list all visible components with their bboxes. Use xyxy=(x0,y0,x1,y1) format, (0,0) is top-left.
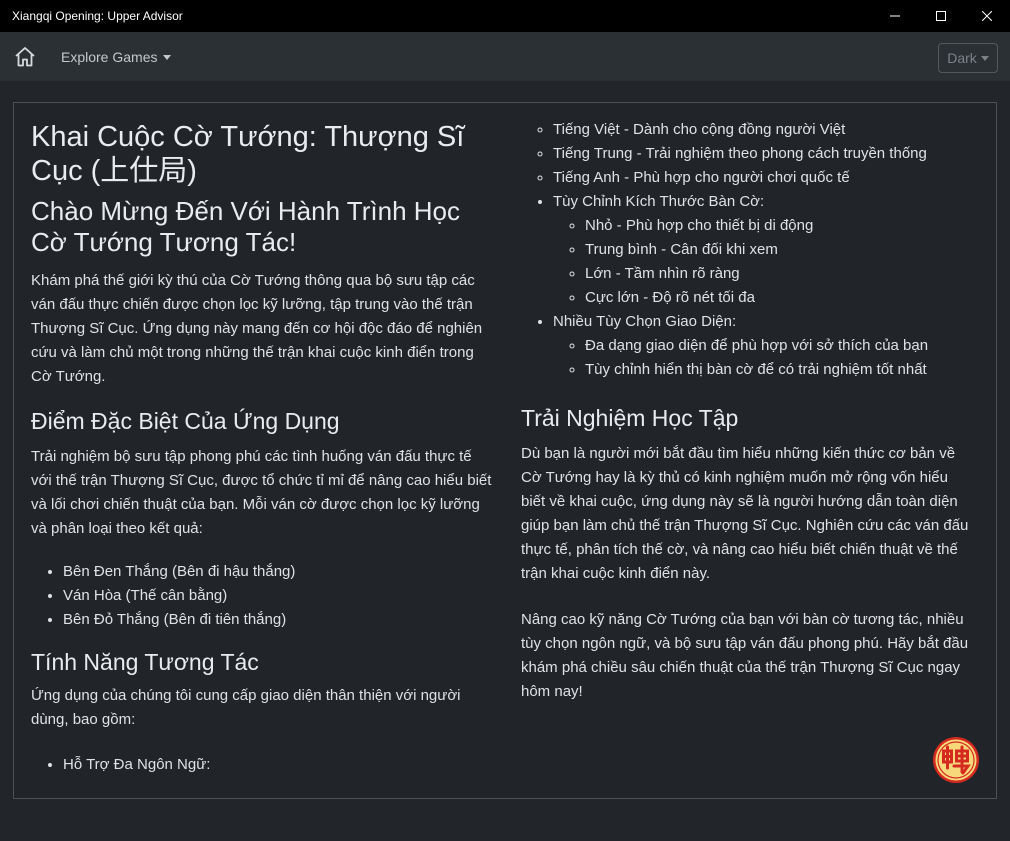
list-item: Tiếng Việt - Dành cho cộng đồng người Vi… xyxy=(553,118,971,142)
xiangqi-piece-logo-icon xyxy=(933,737,979,783)
list-item: Ván Hòa (Thế cân bằng) xyxy=(63,584,496,608)
list-item: Hỗ Trợ Đa Ngôn Ngữ: xyxy=(63,753,496,777)
left-column: Khai Cuộc Cờ Tướng: Thượng Sĩ Cục (上仕局) … xyxy=(31,103,496,777)
interactive-heading: Tính Năng Tương Tác xyxy=(31,649,259,675)
results-list: Bên Đen Thắng (Bên đi hậu thắng) Ván Hòa… xyxy=(63,560,496,632)
chevron-down-icon xyxy=(163,54,172,60)
special-paragraph: Trải nghiệm bộ sưu tập phong phú các tìn… xyxy=(31,448,492,537)
list-item: Nhiều Tùy Chọn Giao Diện: Đa dạng giao d… xyxy=(553,310,971,382)
minimize-button[interactable] xyxy=(872,0,918,32)
title-bar: Xiangqi Opening: Upper Advisor xyxy=(0,0,1010,32)
list-item: Bên Đen Thắng (Bên đi hậu thắng) xyxy=(63,560,496,584)
learning-paragraph-2: Nâng cao kỹ năng Cờ Tướng của bạn với bà… xyxy=(521,611,969,700)
list-item: Bên Đỏ Thắng (Bên đi tiên thắng) xyxy=(63,608,496,632)
features-list: Hỗ Trợ Đa Ngôn Ngữ: xyxy=(63,753,496,777)
window-title: Xiangqi Opening: Upper Advisor xyxy=(12,9,183,23)
explore-games-label: Explore Games xyxy=(61,48,158,65)
list-item: Tùy chỉnh hiển thị bàn cờ để có trải ngh… xyxy=(585,358,971,382)
intro-paragraph: Khám phá thế giới kỳ thú của Cờ Tướng th… xyxy=(31,272,483,385)
list-item: Cực lớn - Độ rõ nét tối đa xyxy=(585,286,971,310)
special-heading: Điểm Đặc Biệt Của Ứng Dụng xyxy=(31,408,340,434)
themes-label: Nhiều Tùy Chọn Giao Diện: xyxy=(553,313,737,330)
features-list-continued: Tiếng Việt - Dành cho cộng đồng người Vi… xyxy=(553,118,971,382)
chevron-down-icon xyxy=(980,56,989,61)
content-card: Khai Cuộc Cờ Tướng: Thượng Sĩ Cục (上仕局) … xyxy=(13,102,997,799)
list-item: Tiếng Trung - Trải nghiệm theo phong các… xyxy=(553,142,971,166)
minimize-icon xyxy=(890,15,900,17)
theme-label: Dark xyxy=(947,50,977,66)
navbar: Explore Games Dark xyxy=(0,32,1010,81)
maximize-icon xyxy=(936,11,946,21)
explore-games-dropdown[interactable]: Explore Games xyxy=(61,48,172,65)
home-icon xyxy=(15,46,35,66)
list-item: Đa dạng giao diện để phù hợp với sở thíc… xyxy=(585,334,971,358)
xiangqi-piece-logo xyxy=(932,736,980,784)
right-column: Tiếng Việt - Dành cho cộng đồng người Vi… xyxy=(521,103,971,704)
home-button[interactable] xyxy=(13,45,37,69)
board-size-sublist: Nhỏ - Phù hợp cho thiết bị di động Trung… xyxy=(585,214,971,310)
interactive-paragraph: Ứng dụng của chúng tôi cung cấp giao diệ… xyxy=(31,687,461,728)
page-title: Khai Cuộc Cờ Tướng: Thượng Sĩ Cục (上仕局) xyxy=(31,121,465,187)
theme-dropdown[interactable]: Dark xyxy=(938,43,998,73)
list-item: Trung bình - Cân đối khi xem xyxy=(585,238,971,262)
board-size-label: Tùy Chỉnh Kích Thước Bàn Cờ: xyxy=(553,193,765,210)
learning-heading: Trải Nghiệm Học Tập xyxy=(521,405,739,431)
language-sublist: Tiếng Việt - Dành cho cộng đồng người Vi… xyxy=(553,118,971,190)
themes-sublist: Đa dạng giao diện để phù hợp với sở thíc… xyxy=(585,334,971,382)
maximize-button[interactable] xyxy=(918,0,964,32)
language-sublist-wrapper: Tiếng Việt - Dành cho cộng đồng người Vi… xyxy=(553,118,971,190)
close-button[interactable] xyxy=(964,0,1010,32)
learning-paragraph-1: Dù bạn là người mới bắt đầu tìm hiểu nhữ… xyxy=(521,445,969,582)
list-item: Nhỏ - Phù hợp cho thiết bị di động xyxy=(585,214,971,238)
welcome-heading: Chào Mừng Đến Với Hành Trình Học Cờ Tướn… xyxy=(31,196,460,257)
list-item: Tùy Chỉnh Kích Thước Bàn Cờ: Nhỏ - Phù h… xyxy=(553,190,971,310)
close-icon xyxy=(982,11,992,21)
list-item: Tiếng Anh - Phù hợp cho người chơi quốc … xyxy=(553,166,971,190)
list-item: Lớn - Tầm nhìn rõ ràng xyxy=(585,262,971,286)
